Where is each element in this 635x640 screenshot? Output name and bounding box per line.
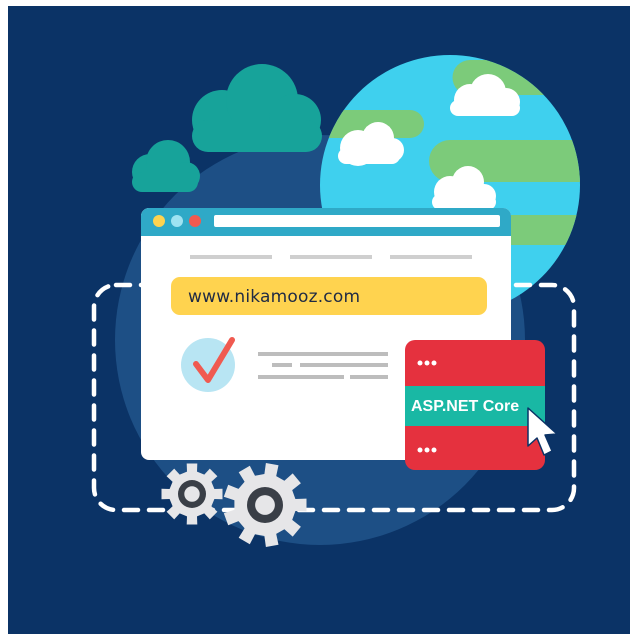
text-line bbox=[258, 352, 388, 356]
illustration: www.nikamooz.com ASP.NET Core bbox=[0, 0, 635, 640]
badge-label: ASP.NET Core bbox=[411, 398, 519, 415]
text-line bbox=[258, 375, 344, 379]
window-dot-red bbox=[189, 215, 201, 227]
text-line bbox=[350, 375, 388, 379]
illustration-canvas: www.nikamooz.com ASP.NET Core bbox=[8, 6, 630, 634]
text-line bbox=[272, 363, 292, 367]
browser-tab-bar bbox=[214, 215, 500, 227]
asp-net-core-badge: ASP.NET Core bbox=[405, 340, 545, 470]
badge-bottom-dots bbox=[417, 447, 437, 453]
window-dot-blue bbox=[171, 215, 183, 227]
menu-line bbox=[190, 255, 272, 259]
window-dot-yellow bbox=[153, 215, 165, 227]
address-bar-url: www.nikamooz.com bbox=[188, 287, 360, 307]
text-line bbox=[300, 363, 388, 367]
menu-line bbox=[290, 255, 372, 259]
badge-top-dots bbox=[417, 360, 437, 366]
menu-line bbox=[390, 255, 472, 259]
gear-icon bbox=[161, 463, 223, 525]
checkmark-icon bbox=[181, 337, 235, 392]
